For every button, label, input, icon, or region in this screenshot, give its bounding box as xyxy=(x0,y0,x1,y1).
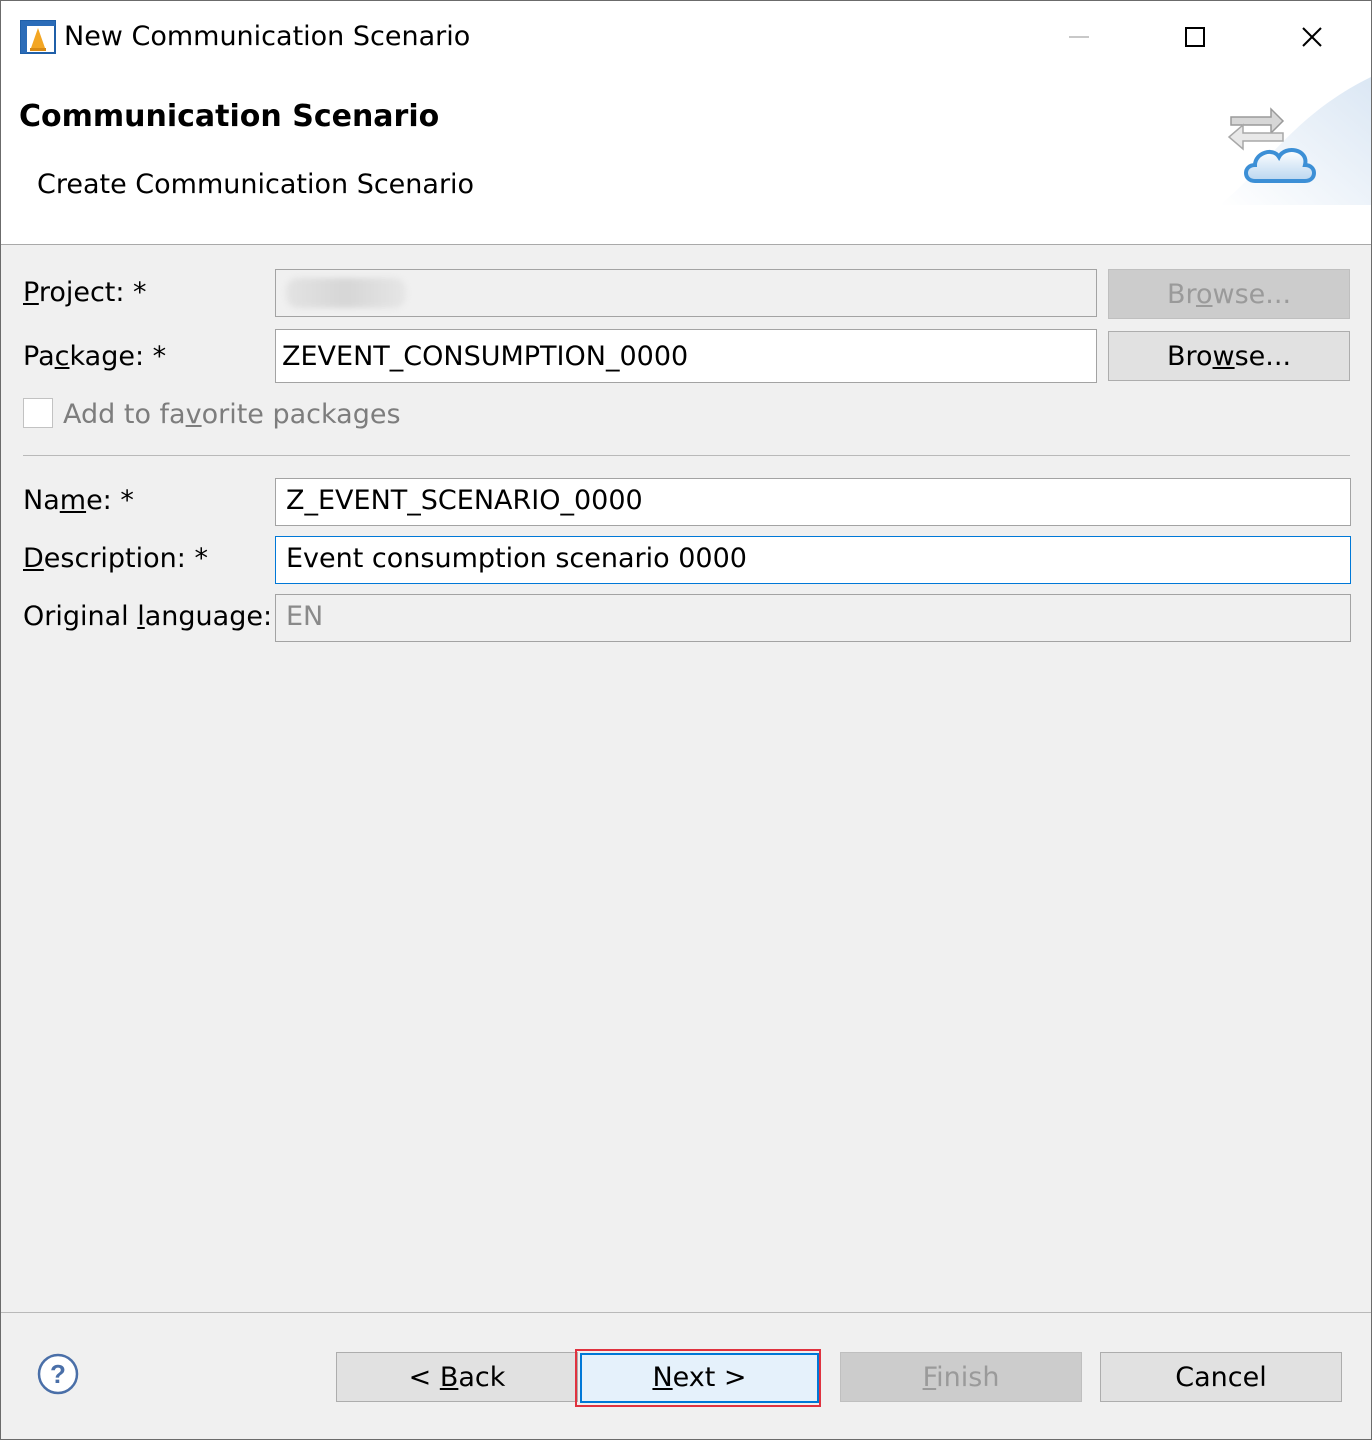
description-input[interactable]: Event consumption scenario 0000 xyxy=(275,536,1351,584)
finish-button[interactable]: Finish xyxy=(840,1352,1082,1402)
eclipse-app-icon xyxy=(20,20,56,54)
help-icon[interactable]: ? xyxy=(37,1353,79,1395)
package-label: Package: * xyxy=(23,341,167,372)
page-title: Communication Scenario xyxy=(19,99,440,134)
maximize-icon[interactable] xyxy=(1171,15,1219,59)
page-description: Create Communication Scenario xyxy=(37,169,475,200)
project-value-redacted xyxy=(286,278,406,308)
form-separator xyxy=(23,455,1350,456)
window-title: New Communication Scenario xyxy=(64,21,471,52)
svg-text:?: ? xyxy=(50,1359,66,1389)
new-communication-scenario-dialog: New Communication Scenario Communication… xyxy=(0,0,1372,1440)
close-icon[interactable] xyxy=(1288,15,1336,59)
favorite-packages-checkbox[interactable] xyxy=(23,398,53,428)
description-label: Description: * xyxy=(23,543,208,574)
communication-cloud-icon xyxy=(1219,77,1371,205)
next-button-highlight xyxy=(575,1349,821,1407)
favorite-packages-label[interactable]: Add to favorite packages xyxy=(63,399,401,430)
cancel-button[interactable]: Cancel xyxy=(1100,1352,1342,1402)
browse-package-button[interactable]: Browse... xyxy=(1108,331,1350,381)
title-bar: New Communication Scenario xyxy=(1,1,1371,77)
project-field xyxy=(275,269,1097,317)
button-bar-separator xyxy=(1,1312,1371,1313)
original-language-field: EN xyxy=(275,594,1351,642)
original-language-label: Original language: xyxy=(23,601,273,632)
package-input[interactable]: ZEVENT_CONSUMPTION_0000 xyxy=(275,329,1097,383)
project-label: Project: * xyxy=(23,277,147,308)
back-button[interactable]: < Back xyxy=(336,1352,578,1402)
browse-project-button[interactable]: Browse... xyxy=(1108,269,1350,319)
wizard-header: Communication Scenario Create Communicat… xyxy=(1,77,1371,245)
name-input[interactable]: Z_EVENT_SCENARIO_0000 xyxy=(275,478,1351,526)
name-label: Name: * xyxy=(23,485,134,516)
minimize-icon[interactable] xyxy=(1055,15,1103,59)
